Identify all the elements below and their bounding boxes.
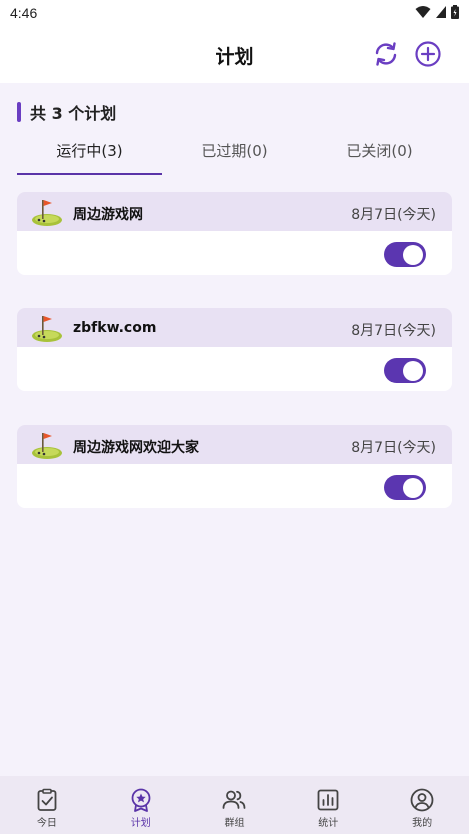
plan-enable-toggle[interactable] (384, 358, 426, 383)
toggle-knob (403, 244, 423, 265)
add-plan-icon[interactable] (414, 40, 442, 68)
plan-name: 周边游戏网欢迎大家 (73, 440, 199, 456)
toggle-knob (403, 477, 423, 498)
golf-flag-icon (32, 200, 62, 226)
nav-label: 群组 (224, 818, 245, 829)
plan-count-title: 共 3 个计划 (30, 104, 117, 123)
plan-card[interactable]: 周边游戏网欢迎大家 8月7日(今天) (17, 425, 452, 508)
award-star-icon (131, 788, 151, 812)
plan-name: zbfkw.com (73, 320, 157, 336)
signal-icon (436, 6, 446, 18)
plan-date: 8月7日(今天) (351, 440, 436, 456)
battery-icon (451, 5, 459, 19)
bottom-nav: 今日 计划 群组 统计 我的 (0, 776, 469, 834)
golf-flag-icon (32, 433, 62, 459)
people-icon (223, 790, 246, 809)
wifi-icon (415, 6, 431, 18)
nav-label: 统计 (318, 818, 339, 829)
status-bar: 4:46 (0, 0, 469, 28)
plan-count-heading: 共 3 个计划 (17, 101, 116, 123)
section-accent-bar (17, 102, 21, 122)
nav-today[interactable]: 今日 (0, 776, 94, 834)
plan-card-header: 周边游戏网 8月7日(今天) (17, 192, 452, 233)
nav-label: 计划 (130, 818, 151, 829)
plan-enable-toggle[interactable] (384, 242, 426, 267)
plan-date: 8月7日(今天) (351, 207, 436, 223)
toggle-knob (403, 360, 423, 381)
plan-card[interactable]: zbfkw.com 8月7日(今天) (17, 308, 452, 391)
nav-mine[interactable]: 我的 (375, 776, 469, 834)
golf-flag-icon (32, 316, 62, 342)
tab-expired[interactable]: 已过期(0) (162, 132, 307, 176)
plan-card-header: 周边游戏网欢迎大家 8月7日(今天) (17, 425, 452, 466)
nav-label: 我的 (412, 818, 433, 829)
plan-name: 周边游戏网 (73, 207, 143, 223)
plan-card[interactable]: 周边游戏网 8月7日(今天) (17, 192, 452, 275)
tab-running[interactable]: 运行中(3) (17, 132, 162, 176)
plan-enable-toggle[interactable] (384, 475, 426, 500)
tab-closed[interactable]: 已关闭(0) (307, 132, 452, 176)
nav-plan[interactable]: 计划 (94, 776, 188, 834)
status-icons (415, 5, 459, 19)
nav-groups[interactable]: 群组 (188, 776, 282, 834)
bar-chart-icon (317, 789, 339, 811)
nav-stats[interactable]: 统计 (281, 776, 375, 834)
user-circle-icon (410, 788, 434, 812)
status-time: 4:46 (10, 5, 38, 21)
plan-card-header: zbfkw.com 8月7日(今天) (17, 308, 452, 349)
plan-date: 8月7日(今天) (351, 323, 436, 339)
nav-label: 今日 (36, 818, 57, 829)
app-header: 计划 (0, 28, 469, 83)
plan-status-tabs: 运行中(3) 已过期(0) 已关闭(0) (17, 132, 452, 176)
clipboard-check-icon (37, 788, 57, 811)
refresh-icon[interactable] (372, 40, 400, 68)
